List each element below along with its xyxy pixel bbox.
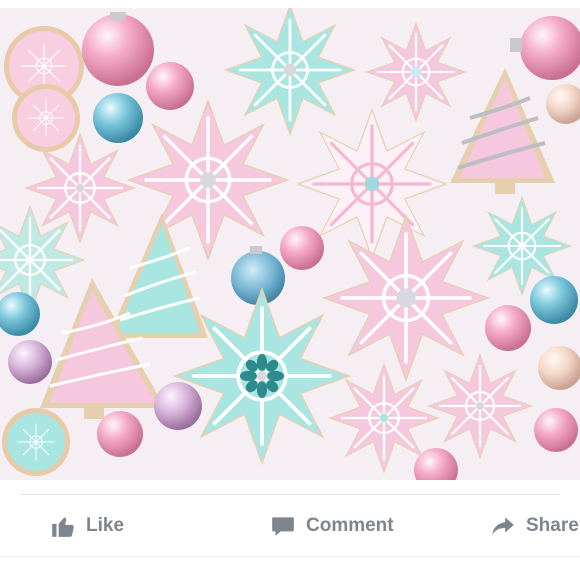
feed-post: Like Comment Share	[0, 0, 580, 581]
like-label: Like	[86, 515, 125, 536]
like-button[interactable]: Like	[0, 513, 210, 539]
thumbs-up-icon	[52, 517, 74, 537]
comment-bubble-icon	[272, 517, 294, 536]
action-divider	[20, 494, 560, 495]
bottom-bar	[0, 556, 580, 581]
comment-button[interactable]: Comment	[270, 513, 470, 539]
share-button[interactable]: Share	[470, 513, 580, 539]
cookies-image	[0, 8, 580, 480]
share-label: Share	[526, 515, 579, 536]
post-actions-bar: Like Comment Share	[0, 500, 580, 552]
comment-label: Comment	[306, 515, 394, 536]
post-photo[interactable]	[0, 8, 580, 480]
share-arrow-icon	[492, 517, 514, 535]
